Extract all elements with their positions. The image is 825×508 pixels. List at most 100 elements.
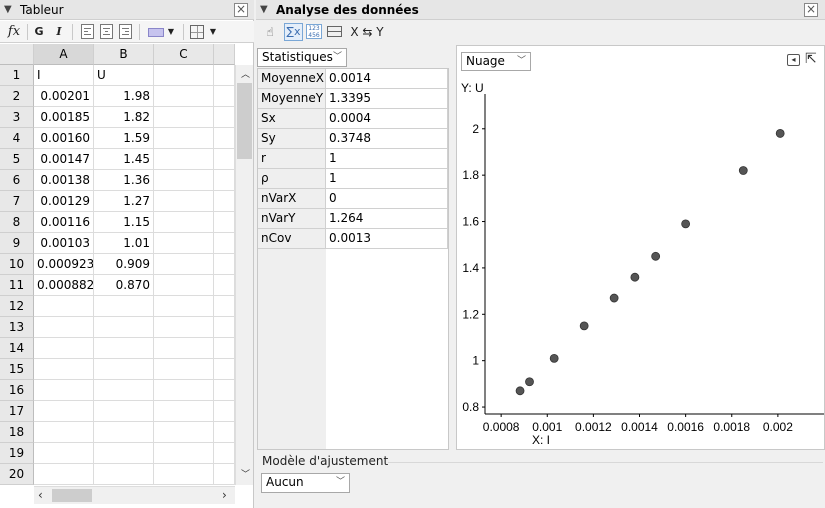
table-cell[interactable] bbox=[214, 359, 235, 380]
table-cell[interactable]: 1.59 bbox=[94, 128, 154, 149]
row-header[interactable]: 4 bbox=[0, 128, 34, 149]
hand-move-icon[interactable]: ☝ bbox=[261, 23, 279, 41]
table-cell[interactable]: U bbox=[94, 65, 154, 86]
row-header[interactable]: 7 bbox=[0, 191, 34, 212]
table-cell[interactable] bbox=[154, 443, 214, 464]
collapse-triangle-icon[interactable]: ▼ bbox=[260, 0, 268, 20]
table-cell[interactable] bbox=[34, 443, 94, 464]
align-left-icon[interactable] bbox=[81, 24, 94, 39]
collapse-triangle-icon[interactable]: ▼ bbox=[4, 0, 12, 20]
table-cell[interactable] bbox=[154, 317, 214, 338]
table-cell[interactable] bbox=[34, 380, 94, 401]
table-cell[interactable] bbox=[94, 422, 154, 443]
table-cell[interactable] bbox=[214, 212, 235, 233]
row-header[interactable]: 9 bbox=[0, 233, 34, 254]
scroll-down-icon[interactable]: ﹀ bbox=[241, 467, 250, 480]
bold-button[interactable]: G bbox=[31, 23, 47, 41]
column-header-a[interactable]: A bbox=[34, 44, 94, 65]
table-cell[interactable] bbox=[94, 443, 154, 464]
table-cell[interactable]: 1.45 bbox=[94, 149, 154, 170]
table-cell[interactable] bbox=[34, 422, 94, 443]
table-cell[interactable] bbox=[154, 170, 214, 191]
export-icon[interactable]: ⇱ bbox=[805, 51, 817, 67]
table-cell[interactable] bbox=[154, 86, 214, 107]
table-cell[interactable]: 0.00116 bbox=[34, 212, 94, 233]
border-icon[interactable] bbox=[190, 25, 204, 39]
split-view-icon[interactable] bbox=[327, 26, 342, 37]
table-cell[interactable] bbox=[34, 338, 94, 359]
table-cell[interactable] bbox=[154, 464, 214, 485]
italic-button[interactable]: I bbox=[51, 23, 67, 41]
row-header[interactable]: 14 bbox=[0, 338, 34, 359]
table-cell[interactable] bbox=[94, 296, 154, 317]
table-cell[interactable] bbox=[94, 401, 154, 422]
table-cell[interactable]: 0.00147 bbox=[34, 149, 94, 170]
table-cell[interactable] bbox=[154, 191, 214, 212]
row-header[interactable]: 6 bbox=[0, 170, 34, 191]
fit-model-select[interactable]: Aucun ﹀ bbox=[261, 473, 350, 493]
scatter-plot[interactable]: Y: U X: I 0.8 1 1.2 1.4 1.6 1.8 2 0.0008 0.001 0.… bbox=[457, 74, 824, 449]
table-cell[interactable] bbox=[94, 380, 154, 401]
table-cell[interactable] bbox=[154, 254, 214, 275]
row-header[interactable]: 1 bbox=[0, 65, 34, 86]
table-cell[interactable] bbox=[214, 380, 235, 401]
table-cell[interactable] bbox=[154, 422, 214, 443]
table-cell[interactable] bbox=[154, 275, 214, 296]
chevron-down-icon[interactable]: ▼ bbox=[208, 23, 218, 41]
table-cell[interactable] bbox=[214, 317, 235, 338]
vertical-scrollbar[interactable]: ︿ ﹀ bbox=[235, 65, 253, 485]
column-header-c[interactable]: C bbox=[154, 44, 214, 65]
row-header[interactable]: 8 bbox=[0, 212, 34, 233]
scroll-right-icon[interactable]: › bbox=[222, 488, 227, 502]
scroll-up-icon[interactable]: ︿ bbox=[241, 67, 250, 80]
fx-button[interactable]: fx bbox=[4, 23, 24, 41]
table-cell[interactable] bbox=[94, 317, 154, 338]
scrollbar-thumb[interactable] bbox=[237, 83, 252, 159]
table-cell[interactable] bbox=[214, 191, 235, 212]
table-cell[interactable] bbox=[214, 275, 235, 296]
swap-xy-button[interactable]: X ⇆ Y bbox=[347, 23, 387, 41]
table-cell[interactable] bbox=[154, 149, 214, 170]
table-cell[interactable] bbox=[214, 296, 235, 317]
table-cell[interactable]: 0.00129 bbox=[34, 191, 94, 212]
table-cell[interactable] bbox=[214, 65, 235, 86]
table-cell[interactable] bbox=[214, 107, 235, 128]
table-cell[interactable]: 1.01 bbox=[94, 233, 154, 254]
close-icon[interactable]: × bbox=[804, 3, 818, 17]
table-cell[interactable] bbox=[214, 422, 235, 443]
table-cell[interactable] bbox=[214, 86, 235, 107]
table-cell[interactable] bbox=[214, 254, 235, 275]
table-cell[interactable] bbox=[214, 338, 235, 359]
table-cell[interactable]: 0.870 bbox=[94, 275, 154, 296]
table-cell[interactable] bbox=[154, 212, 214, 233]
chevron-down-icon[interactable]: ▼ bbox=[166, 23, 176, 41]
background-color-icon[interactable] bbox=[148, 28, 164, 37]
table-cell[interactable] bbox=[154, 296, 214, 317]
table-cell[interactable] bbox=[214, 233, 235, 254]
row-header[interactable]: 19 bbox=[0, 443, 34, 464]
table-cell[interactable]: 0.909 bbox=[94, 254, 154, 275]
align-right-icon[interactable] bbox=[119, 24, 132, 39]
table-cell[interactable]: 1.98 bbox=[94, 86, 154, 107]
row-header[interactable]: 17 bbox=[0, 401, 34, 422]
table-cell[interactable] bbox=[34, 359, 94, 380]
scroll-left-icon[interactable]: ‹ bbox=[38, 488, 43, 502]
row-header[interactable]: 12 bbox=[0, 296, 34, 317]
row-header[interactable]: 15 bbox=[0, 359, 34, 380]
table-cell[interactable]: 0.00185 bbox=[34, 107, 94, 128]
table-cell[interactable]: I bbox=[34, 65, 94, 86]
table-cell[interactable] bbox=[154, 65, 214, 86]
row-header[interactable]: 10 bbox=[0, 254, 34, 275]
table-cell[interactable]: 1.27 bbox=[94, 191, 154, 212]
table-cell[interactable] bbox=[214, 128, 235, 149]
statistics-select[interactable]: Statistiques ﹀ bbox=[257, 48, 347, 67]
table-cell[interactable] bbox=[34, 296, 94, 317]
table-cell[interactable] bbox=[34, 401, 94, 422]
column-header-b[interactable]: B bbox=[94, 44, 154, 65]
corner-cell[interactable] bbox=[0, 44, 34, 65]
row-header[interactable]: 13 bbox=[0, 317, 34, 338]
row-header[interactable]: 2 bbox=[0, 86, 34, 107]
table-cell[interactable] bbox=[34, 317, 94, 338]
row-header[interactable]: 3 bbox=[0, 107, 34, 128]
row-header[interactable]: 5 bbox=[0, 149, 34, 170]
